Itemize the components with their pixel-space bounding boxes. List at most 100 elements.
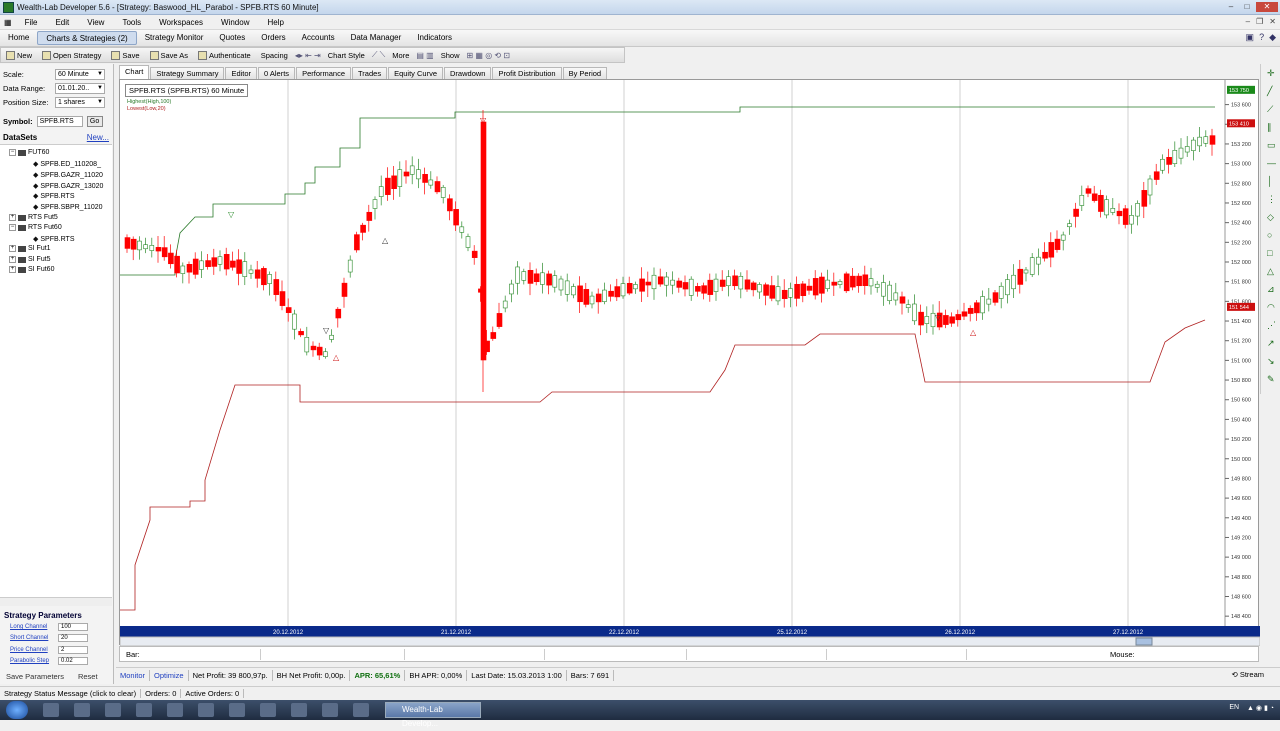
nav-quotes[interactable]: Quotes xyxy=(211,31,253,45)
more-button[interactable]: More xyxy=(387,49,414,62)
nav-charts-strategies[interactable]: Charts & Strategies (2) xyxy=(37,31,137,45)
tab-by-period[interactable]: By Period xyxy=(562,67,608,79)
range-select[interactable]: 01.01.20.. ▼ xyxy=(55,83,105,94)
start-button[interactable] xyxy=(6,701,28,719)
tab-alerts[interactable]: 0 Alerts xyxy=(258,67,296,79)
diamond-icon[interactable]: ◇ xyxy=(1267,212,1274,223)
collapse-icon[interactable]: − xyxy=(9,224,16,231)
tree-node-rts-fut60[interactable]: − RTS Fut60 xyxy=(9,224,62,231)
taskbar-app-icon[interactable] xyxy=(74,703,90,717)
tree-node-rts-spfb[interactable]: ◆ SPFB.RTS xyxy=(33,235,75,244)
save-as-button[interactable]: Save As xyxy=(145,49,194,62)
tree-node-si-fut1[interactable]: + SI Fut1 xyxy=(9,245,51,252)
tab-trades[interactable]: Trades xyxy=(352,67,388,79)
expand-icon[interactable]: + xyxy=(9,266,16,273)
tab-equity-curve[interactable]: Equity Curve xyxy=(388,67,444,79)
options-icon[interactable]: ◆ xyxy=(1269,32,1276,43)
taskbar-app-icon[interactable] xyxy=(136,703,152,717)
tree-node-spfb-rts[interactable]: ◆ SPFB.RTS xyxy=(33,192,75,201)
pencil-icon[interactable]: ✎ xyxy=(1267,374,1275,385)
expand-icon[interactable]: + xyxy=(9,214,16,221)
hline-icon[interactable]: — xyxy=(1267,158,1276,168)
show-button[interactable]: Show xyxy=(436,49,465,62)
mdi-close-icon[interactable]: ✕ xyxy=(1269,17,1276,26)
chart-canvas[interactable]: 148 400 148 600 148 800 149 000 149 200 149 4… xyxy=(120,80,1260,646)
nav-strategy-monitor[interactable]: Strategy Monitor xyxy=(137,31,212,45)
param-input[interactable]: 0.02 xyxy=(58,657,88,665)
param-input[interactable]: 2 xyxy=(58,646,88,654)
minimize-button[interactable]: – xyxy=(1224,2,1238,12)
save-parameters-button[interactable]: Save Parameters xyxy=(6,672,64,681)
menu-help[interactable]: Help xyxy=(258,18,292,27)
menu-workspaces[interactable]: Workspaces xyxy=(150,18,212,27)
workspace-icon[interactable]: ▣ xyxy=(1246,32,1255,43)
go-button[interactable]: Go xyxy=(86,116,103,127)
monitor-link[interactable]: Monitor xyxy=(116,669,151,681)
tree-node-spfb-gazr-1[interactable]: ◆ SPFB.GAZR_11020 xyxy=(33,171,103,180)
taskbar-app-icon[interactable] xyxy=(260,703,276,717)
tree-node-rts-fut5[interactable]: + RTS Fut5 xyxy=(9,214,58,221)
taskbar-app-icon[interactable] xyxy=(167,703,183,717)
open-strategy-button[interactable]: Open Strategy xyxy=(37,49,106,62)
mdi-minimize-icon[interactable]: – xyxy=(1246,17,1250,26)
channel-icon[interactable]: ∥ xyxy=(1267,122,1272,133)
expand-icon[interactable]: + xyxy=(9,245,16,252)
trend-icon[interactable]: ↘ xyxy=(1267,356,1275,367)
authenticate-button[interactable]: Authenticate xyxy=(193,49,256,62)
nav-orders[interactable]: Orders xyxy=(253,31,293,45)
tree-node-si-fut60[interactable]: + SI Fut60 xyxy=(9,266,54,273)
strategy-status-message[interactable]: Strategy Status Message (click to clear) xyxy=(0,688,142,698)
spacing-button[interactable]: Spacing xyxy=(256,49,293,62)
tab-chart[interactable]: Chart xyxy=(119,65,150,79)
mdi-restore-icon[interactable]: ❐ xyxy=(1256,17,1263,26)
chart-style-button[interactable]: Chart Style xyxy=(323,49,370,62)
triangle-icon[interactable]: △ xyxy=(1267,266,1274,277)
price-chart[interactable]: 148 400 148 600 148 800 149 000 149 200 149 4… xyxy=(119,79,1260,646)
tab-editor[interactable]: Editor xyxy=(225,67,258,79)
rect-icon[interactable]: □ xyxy=(1267,248,1272,258)
stream-button[interactable]: ⟲ Stream xyxy=(1231,670,1264,679)
expand-icon[interactable]: + xyxy=(9,256,16,263)
param-input[interactable]: 20 xyxy=(58,634,88,642)
menu-view[interactable]: View xyxy=(78,18,113,27)
tree-scrollbar[interactable] xyxy=(0,597,112,606)
maximize-button[interactable]: □ xyxy=(1240,2,1254,12)
menu-edit[interactable]: Edit xyxy=(46,18,78,27)
menu-tools[interactable]: Tools xyxy=(113,18,150,27)
tree-node-si-fut5[interactable]: + SI Fut5 xyxy=(9,256,51,263)
nav-accounts[interactable]: Accounts xyxy=(294,31,343,45)
crosshair-icon[interactable]: ✛ xyxy=(1267,68,1275,79)
note-icon[interactable]: ▭ xyxy=(1267,140,1276,151)
language-indicator[interactable]: EN xyxy=(1229,704,1239,712)
tree-node-spfb-ed[interactable]: ◆ SPFB.ED_110208_ xyxy=(33,160,101,169)
taskbar-app-icon[interactable] xyxy=(291,703,307,717)
circle-icon[interactable]: ○ xyxy=(1267,230,1272,240)
taskbar-app-icon[interactable] xyxy=(198,703,214,717)
draw-tools-icon[interactable]: ⟋ ⟍ xyxy=(370,50,387,60)
param-input[interactable]: 100 xyxy=(58,623,88,631)
menu-app-icon[interactable]: ▦ xyxy=(0,18,16,27)
close-button[interactable]: ✕ xyxy=(1256,2,1278,12)
line-icon[interactable]: ╱ xyxy=(1267,86,1272,97)
menu-window[interactable]: Window xyxy=(212,18,258,27)
tab-performance[interactable]: Performance xyxy=(296,67,351,79)
new-button[interactable]: New xyxy=(1,49,37,62)
tree-node-fut60[interactable]: − FUT60 xyxy=(9,149,49,156)
tree-node-spfb-sbpr[interactable]: ◆ SPFB.SBPR_11020 xyxy=(33,203,103,212)
vline-icon[interactable]: │ xyxy=(1267,176,1273,186)
tab-profit-distribution[interactable]: Profit Distribution xyxy=(492,67,562,79)
taskbar-app-icon[interactable] xyxy=(105,703,121,717)
tree-node-spfb-gazr-2[interactable]: ◆ SPFB.GAZR_13020 xyxy=(33,182,103,191)
nav-data-manager[interactable]: Data Manager xyxy=(343,31,410,45)
taskbar-app-icon[interactable] xyxy=(43,703,59,717)
nav-home[interactable]: Home xyxy=(0,31,37,45)
nav-indicators[interactable]: Indicators xyxy=(409,31,460,45)
arc-icon[interactable]: ◠ xyxy=(1267,302,1275,313)
fib-icon[interactable]: ⋮ xyxy=(1267,194,1276,205)
spacing-arrows-icon[interactable]: ◂▸ ⇤ ⇥ xyxy=(293,51,323,60)
taskbar-app-icon[interactable] xyxy=(353,703,369,717)
tab-drawdown[interactable]: Drawdown xyxy=(444,67,492,79)
tray-icons[interactable]: ▲ ◉ ▮ ◔ xyxy=(1247,704,1274,712)
menu-file[interactable]: File xyxy=(16,18,47,27)
taskbar-wealth-lab[interactable]: Wealth-Lab Develop... xyxy=(385,702,481,728)
